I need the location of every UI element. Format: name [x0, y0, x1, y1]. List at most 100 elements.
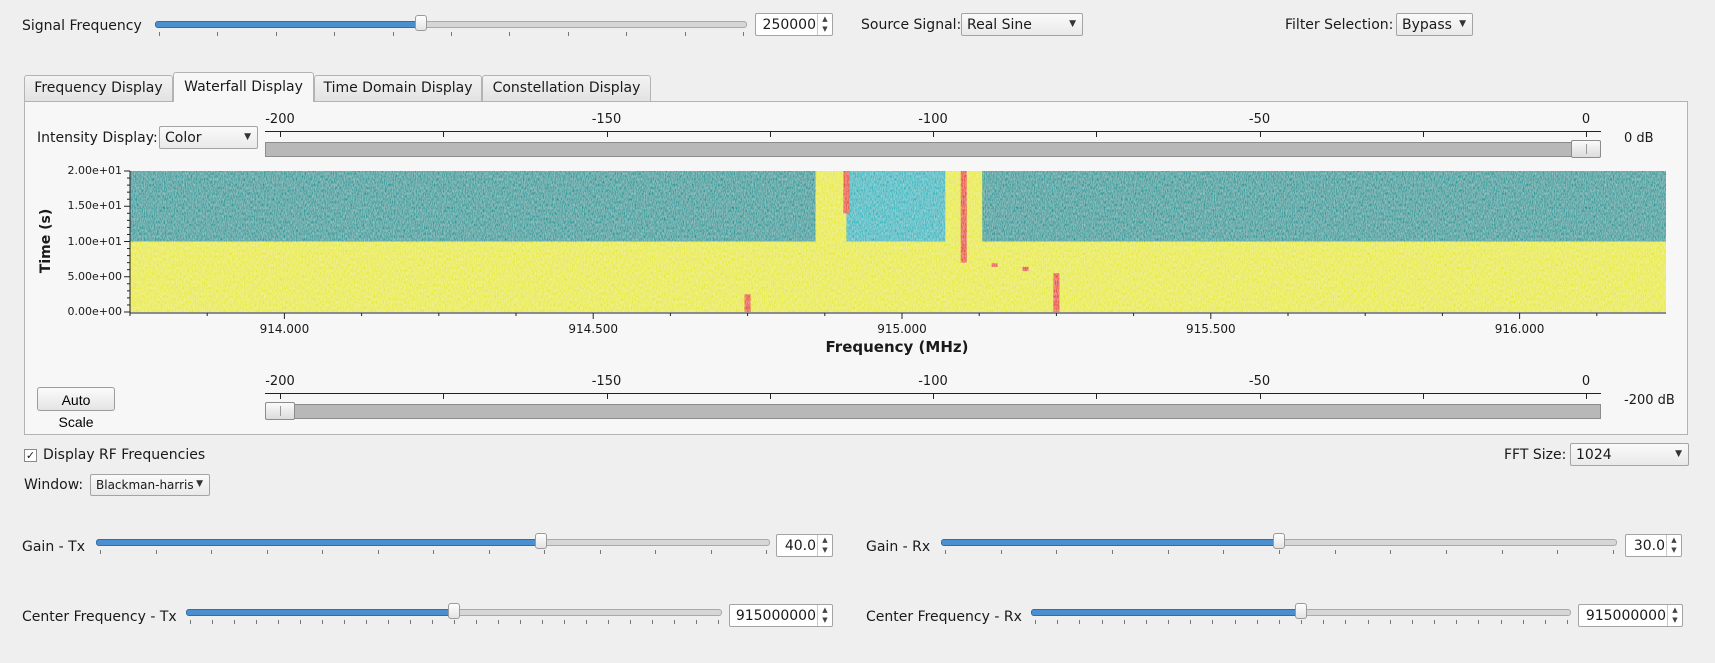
- slider-tick: [278, 620, 279, 624]
- y-tick-label: 1.50e+01: [67, 199, 122, 213]
- slider-tick: [1478, 620, 1480, 624]
- slider-tick: [1145, 620, 1147, 624]
- filter-selection-label: Filter Selection:: [1285, 17, 1394, 33]
- slider-tick: [366, 620, 367, 624]
- slider-tick: [1123, 620, 1125, 624]
- slider-tick: [1411, 620, 1413, 624]
- heatmap-hot-mark: [960, 171, 967, 263]
- gain-tx-value: 40.0: [784, 538, 816, 554]
- slider-handle[interactable]: [1273, 533, 1285, 549]
- spin-arrows-icon[interactable]: ▲ ▼: [1666, 535, 1681, 556]
- spin-arrows-icon[interactable]: ▲ ▼: [817, 605, 832, 626]
- signal-frequency-slider[interactable]: [155, 15, 747, 36]
- intensity-display-combo[interactable]: Color ▼: [159, 126, 258, 149]
- upper-intensity-scale[interactable]: -200 -150 -100 -50 0: [265, 112, 1601, 162]
- slider-tick: [392, 32, 394, 36]
- slider-tick: [498, 620, 499, 624]
- slider-tick: [1101, 620, 1103, 624]
- scale-tick: [1096, 393, 1098, 399]
- slider-tick: [945, 550, 946, 554]
- fft-size-value: 1024: [1576, 447, 1612, 463]
- slider-tick: [377, 550, 379, 554]
- slider-tick: [432, 620, 433, 624]
- x-tick-label: 914.500: [568, 322, 618, 336]
- slider-tick: [344, 620, 345, 624]
- slider-tick: [1389, 620, 1391, 624]
- tab-time-domain-display[interactable]: Time Domain Display: [314, 75, 482, 101]
- slider-tick: [300, 620, 301, 624]
- chevron-down-icon: ▼: [1069, 19, 1076, 29]
- window-combo[interactable]: Blackman-harris ▼: [90, 474, 210, 496]
- scale-track[interactable]: [265, 404, 1601, 419]
- scale-tick-label: -100: [918, 112, 948, 127]
- scale-tick-label: -100: [918, 374, 948, 389]
- display-rf-checkbox[interactable]: ✓: [24, 449, 37, 462]
- heatmap-hot-mark: [1053, 273, 1060, 312]
- fft-size-combo[interactable]: 1024 ▼: [1570, 443, 1689, 466]
- waterfall-plot[interactable]: [120, 167, 1666, 327]
- slider-tick: [630, 620, 631, 624]
- scale-handle[interactable]: [265, 402, 295, 420]
- scale-track[interactable]: [265, 142, 1601, 157]
- y-tick-label: 5.00e+00: [67, 269, 122, 283]
- scale-tick-label: 0: [1581, 374, 1591, 389]
- spin-arrows-icon[interactable]: ▲ ▼: [817, 14, 832, 35]
- tab-waterfall-display[interactable]: Waterfall Display: [173, 72, 314, 102]
- scale-tick-label: -200: [265, 112, 295, 127]
- fft-size-label: FFT Size:: [1504, 447, 1567, 463]
- scale-tick: [933, 393, 934, 399]
- chevron-down-icon: ▼: [1459, 19, 1466, 29]
- slider-tick: [322, 550, 323, 554]
- auto-scale-button[interactable]: Auto Scale: [37, 387, 115, 430]
- slider-tick: [1334, 550, 1336, 554]
- scale-tick-label: 0: [1581, 112, 1591, 127]
- center-frequency-tx-slider[interactable]: [186, 603, 722, 624]
- slider-tick: [1544, 620, 1546, 624]
- slider-handle[interactable]: [448, 603, 460, 619]
- slider-tick: [718, 620, 719, 624]
- source-signal-label: Source Signal:: [861, 17, 962, 33]
- slider-tick: [322, 620, 323, 624]
- slider-tick: [1390, 550, 1392, 554]
- scale-tick: [1422, 393, 1424, 399]
- slider-handle[interactable]: [534, 533, 547, 549]
- signal-frequency-spinbox[interactable]: 250000 ▲ ▼: [755, 13, 833, 36]
- slider-tick: [626, 32, 628, 36]
- spin-arrows-icon[interactable]: ▲ ▼: [1667, 605, 1682, 626]
- slider-tick: [275, 32, 277, 36]
- upper-scale-value: 0 dB: [1624, 131, 1654, 146]
- gain-tx-spinbox[interactable]: 40.0 ▲ ▼: [776, 534, 833, 557]
- x-tick-label: 915.000: [877, 322, 927, 336]
- gain-rx-slider[interactable]: [941, 533, 1617, 554]
- scale-tick: [280, 393, 281, 399]
- slider-handle[interactable]: [415, 15, 428, 31]
- slider-tick: [1434, 620, 1435, 624]
- filter-selection-combo[interactable]: Bypass ▼: [1396, 13, 1473, 36]
- gain-rx-value: 30.0: [1633, 538, 1665, 554]
- heatmap-region: [130, 171, 817, 242]
- scale-handle[interactable]: [1571, 140, 1601, 158]
- chevron-down-icon: ▼: [1675, 449, 1682, 459]
- tab-constellation-display[interactable]: Constellation Display: [482, 75, 651, 101]
- spin-arrows-icon[interactable]: ▲ ▼: [817, 535, 832, 556]
- source-signal-combo[interactable]: Real Sine ▼: [961, 13, 1083, 36]
- lower-intensity-scale[interactable]: -200 -150 -100 -50 0: [265, 374, 1601, 424]
- slider-tick: [1446, 550, 1447, 554]
- scale-tick: [280, 131, 281, 137]
- center-frequency-rx-slider[interactable]: [1031, 603, 1571, 624]
- tab-frequency-display[interactable]: Frequency Display: [24, 75, 173, 101]
- slider-tick: [766, 550, 767, 554]
- gain-tx-slider[interactable]: [96, 533, 770, 554]
- scale-tick-label: -150: [591, 374, 622, 389]
- gain-rx-spinbox[interactable]: 30.0 ▲ ▼: [1625, 534, 1682, 557]
- slider-tick: [1057, 620, 1059, 624]
- center-frequency-rx-spinbox[interactable]: 915000000 ▲ ▼: [1578, 604, 1683, 627]
- slider-tick: [451, 32, 452, 36]
- center-frequency-tx-spinbox[interactable]: 915000000 ▲ ▼: [729, 604, 833, 627]
- signal-frequency-label: Signal Frequency: [22, 18, 142, 34]
- slider-tick: [542, 620, 543, 624]
- gain-tx-label: Gain - Tx: [22, 539, 85, 555]
- slider-tick: [234, 620, 235, 624]
- slider-handle[interactable]: [1295, 603, 1307, 619]
- slider-tick: [1256, 620, 1258, 624]
